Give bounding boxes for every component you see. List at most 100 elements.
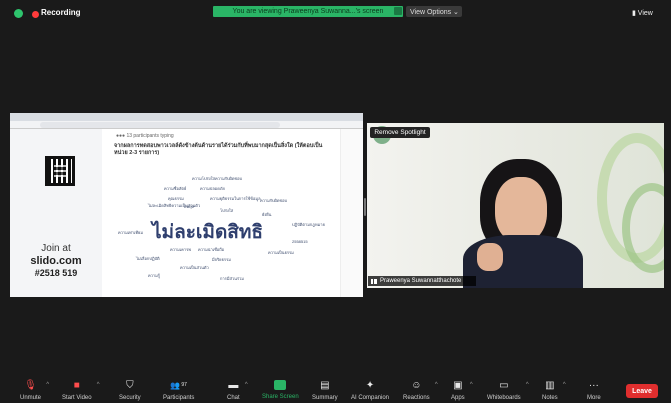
- shared-screen: Join at slido.com #2518 519 ●●● 13 parti…: [10, 113, 363, 297]
- chat-icon: ▬: [228, 380, 239, 391]
- participants-label: Participants: [163, 395, 195, 401]
- whiteboards-button[interactable]: ▭ Whiteboards ^: [487, 377, 529, 403]
- recording-dot-icon: [32, 11, 39, 18]
- recording-label: Recording: [41, 8, 81, 17]
- more-button[interactable]: ··· More: [587, 377, 601, 403]
- cloud-word: ความซื่อสัตย์: [164, 186, 187, 191]
- share-screen-button[interactable]: Share Screen: [262, 377, 299, 403]
- reactions-icon: ☺: [411, 380, 422, 391]
- chevron-up-icon[interactable]: ^: [97, 382, 100, 388]
- chevron-up-icon[interactable]: ^: [470, 382, 473, 388]
- banner-close-icon[interactable]: [394, 7, 402, 15]
- share-screen-icon: [274, 380, 287, 390]
- video-off-icon: ■: [73, 380, 80, 391]
- chevron-up-icon[interactable]: ^: [46, 382, 49, 388]
- notes-label: Notes: [542, 395, 558, 401]
- cloud-word: ความรู้: [148, 273, 160, 278]
- cloud-word: ปฏิบัติตามกฎหมาย: [292, 222, 325, 227]
- security-button[interactable]: ⛉ Security: [119, 377, 141, 403]
- speaker-hand: [477, 243, 503, 271]
- apps-icon: ▣: [453, 380, 463, 391]
- participants-typing: ●●● 13 participants typing: [116, 133, 174, 139]
- remove-spotlight-button[interactable]: Remove Spotlight: [370, 127, 430, 138]
- cloud-word: ความเคารพ: [170, 247, 191, 252]
- leave-button[interactable]: Leave: [626, 384, 658, 398]
- chat-label: Chat: [227, 395, 240, 401]
- chevron-up-icon[interactable]: ^: [435, 382, 438, 388]
- cloud-word: ยั่งยืน: [262, 212, 272, 217]
- participants-button[interactable]: 👥 97 Participants: [163, 377, 194, 403]
- slido-side-panel: [340, 129, 363, 297]
- share-screen-label: Share Screen: [262, 394, 299, 400]
- qr-code-icon: [45, 156, 75, 186]
- signal-strength-icon: [371, 278, 377, 284]
- start-video-label: Start Video: [62, 395, 92, 401]
- view-button[interactable]: ▮ View: [632, 9, 653, 17]
- cloud-word: มีจริยธรรม: [212, 257, 231, 262]
- split-view-handle[interactable]: [364, 198, 366, 216]
- security-shield-icon[interactable]: [14, 9, 23, 18]
- screen-share-banner: You are viewing Praweenya Suwanna...'s s…: [213, 6, 403, 17]
- join-text: Join at: [41, 243, 71, 254]
- unmute-button[interactable]: 🎙 Unmute ^: [20, 377, 49, 403]
- poll-question: จากผลการทดสอบพาวเวลล์ดังข้างต้นด้านรายได…: [114, 143, 323, 156]
- mic-muted-icon: 🎙: [24, 380, 37, 391]
- more-icon: ···: [588, 380, 599, 391]
- cloud-word: คุณธรรม: [168, 196, 184, 201]
- apps-button[interactable]: ▣ Apps ^: [451, 377, 473, 403]
- meeting-toolbar: 🎙 Unmute ^ ■ Start Video ^ ⛉ Security 👥 9…: [0, 377, 671, 403]
- slido-word-cloud-panel: ●●● 13 participants typing จากผลการทดสอบ…: [102, 129, 340, 297]
- ai-companion-button[interactable]: ✦ AI Companion: [351, 377, 389, 403]
- browser-tab-strip: [10, 113, 363, 121]
- cloud-word: โปร่งใส: [220, 208, 234, 213]
- cloud-word: ความเป็นธรรม: [268, 250, 294, 255]
- chevron-up-icon[interactable]: ^: [526, 382, 529, 388]
- participants-icon: 👥 97: [170, 381, 187, 390]
- chevron-up-icon[interactable]: ^: [563, 382, 566, 388]
- cloud-word: ความปลอดภัย: [200, 186, 225, 191]
- cloud-word: ความยุติธรรมในการใช้ข้อมูล: [210, 196, 261, 201]
- cloud-word-top: ไม่ละเมิดสิทธิ: [152, 222, 264, 243]
- summary-icon: ▤: [320, 380, 330, 391]
- security-label: Security: [119, 395, 141, 401]
- reactions-button[interactable]: ☺ Reactions ^: [403, 377, 438, 403]
- start-video-button[interactable]: ■ Start Video ^: [62, 377, 100, 403]
- chat-button[interactable]: ▬ Chat ^: [227, 377, 248, 403]
- participant-count: 97: [181, 382, 187, 388]
- notes-icon: ▥: [545, 380, 555, 391]
- browser-address-bar: [10, 121, 363, 129]
- join-code: #2518 519: [34, 268, 78, 278]
- cloud-word: ความน่าเชื่อถือ: [198, 247, 225, 252]
- summary-label: Summary: [312, 395, 338, 401]
- cloud-word: ความรับผิดชอบ: [260, 198, 288, 203]
- browser-url-field: [40, 122, 280, 128]
- cloud-word: ความโปร่งใสความรับผิดชอบ: [192, 176, 243, 181]
- apps-label: Apps: [451, 395, 465, 401]
- speaker-face: [495, 177, 547, 243]
- ai-companion-label: AI Companion: [351, 395, 390, 401]
- cloud-word: การมีส่วนร่วม: [220, 276, 244, 281]
- whiteboards-icon: ▭: [499, 380, 509, 391]
- view-label: View: [637, 10, 653, 17]
- reactions-label: Reactions: [403, 395, 430, 401]
- slido-join-panel: Join at slido.com #2518 519: [10, 129, 102, 297]
- top-bar: Recording You are viewing Praweenya Suwa…: [0, 0, 671, 24]
- cloud-word: ความเป็นส่วนตัว: [180, 265, 209, 270]
- cloud-word: ความเท่าเทียม: [118, 230, 144, 235]
- unmute-label: Unmute: [20, 395, 42, 401]
- ai-companion-icon: ✦: [365, 380, 375, 391]
- join-site: slido.com: [30, 255, 82, 267]
- chevron-up-icon[interactable]: ^: [245, 382, 248, 388]
- shield-icon: ⛉: [126, 380, 134, 391]
- cloud-word: สมดุล: [184, 204, 195, 209]
- whiteboards-label: Whiteboards: [487, 395, 521, 401]
- more-label: More: [587, 395, 601, 401]
- view-options-button[interactable]: View Options ⌄: [406, 6, 462, 17]
- participant-name-tag: Praweenya Suwannatthachote: [368, 276, 476, 286]
- speaker-video: [367, 123, 664, 288]
- cloud-word: ไม่เลือกปฏิบัติ: [136, 256, 160, 261]
- summary-button[interactable]: ▤ Summary: [312, 377, 338, 403]
- participant-name: Praweenya Suwannatthachote: [380, 278, 462, 284]
- notes-button[interactable]: ▥ Notes ^: [542, 377, 566, 403]
- cloud-word: 2558515: [292, 239, 308, 244]
